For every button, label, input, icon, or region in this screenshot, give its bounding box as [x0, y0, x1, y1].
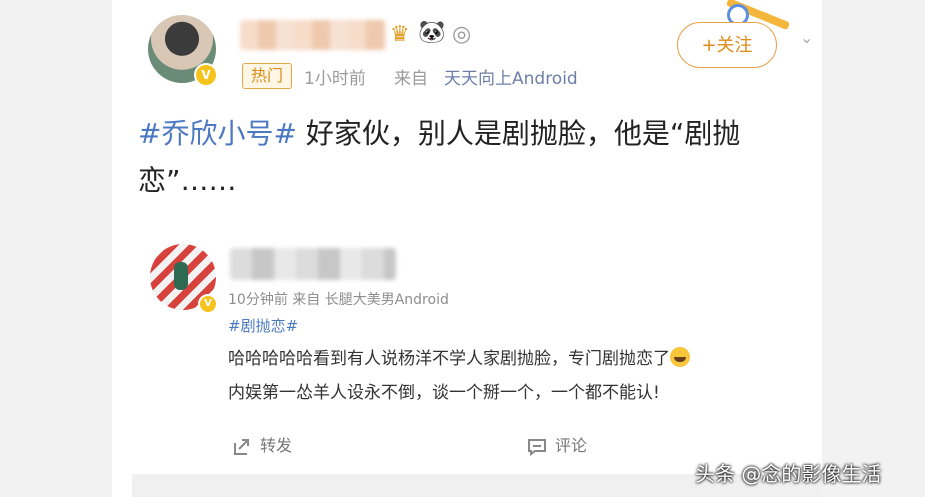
watermark: 头条 @念的影像生活 [695, 462, 882, 486]
blurred-commenter-name[interactable] [230, 248, 396, 280]
verified-badge-icon: V [198, 294, 218, 314]
crown-icon: ♛ [390, 22, 410, 47]
comment-line-2: 内娱第一怂羊人设永不倒，谈一个掰一个，一个都不能认! [228, 383, 660, 403]
chevron-down-icon[interactable]: ⌄ [800, 28, 813, 47]
share-icon [234, 438, 249, 455]
emoji-laugh-icon [670, 347, 690, 367]
post-source[interactable]: 天天向上Android [444, 64, 578, 89]
follow-button[interactable]: +关注 [677, 22, 777, 68]
comment-line-1: 哈哈哈哈哈看到有人说杨洋不学人家剧抛脸，专门剧抛恋了 [228, 349, 670, 369]
panda-icon: 🐼 [418, 20, 446, 45]
hot-badge: 热门 [242, 63, 292, 89]
comment-button[interactable]: 评论 [527, 432, 587, 457]
repost-button[interactable]: 转发 [232, 432, 292, 457]
comment-meta: 10分钟前 来自 长腿大美男Android [228, 292, 449, 308]
comment-hashtag[interactable]: #剧抛恋# [228, 315, 298, 336]
source-label: 来自 [394, 69, 428, 89]
comment-icon [528, 438, 546, 456]
post-body: #乔欣小号# 好家伙，别人是剧抛脸，他是“剧抛恋”…… [138, 110, 778, 204]
medal-icon: ◎ [452, 22, 472, 47]
post-time: 1小时前 [304, 69, 366, 89]
comment-text: 哈哈哈哈哈看到有人说杨洋不学人家剧抛脸，专门剧抛恋了 内娱第一怂羊人设永不倒，谈… [228, 342, 690, 410]
verified-badge-icon: V [194, 63, 218, 87]
post-hashtag[interactable]: #乔欣小号# [138, 117, 297, 150]
blurred-username[interactable] [240, 20, 386, 50]
